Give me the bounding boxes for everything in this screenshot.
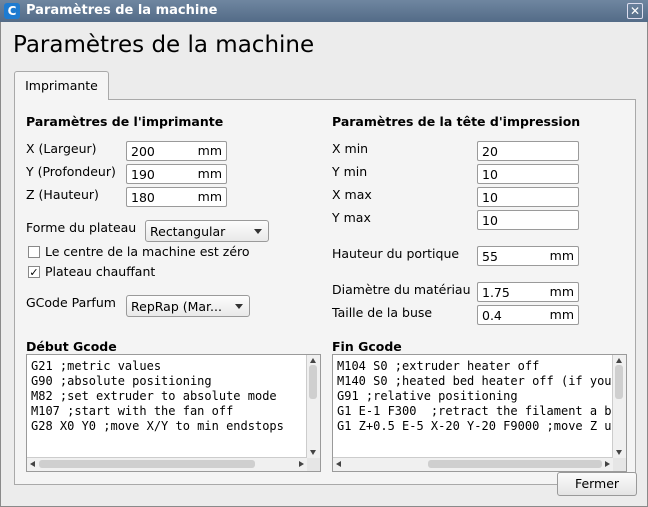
xmax-label: X max [332,187,372,202]
y-depth-value: 190 [131,167,155,182]
gantry-height-unit: mm [549,248,574,263]
end-gcode-vertical-scrollbar[interactable] [612,355,626,458]
scroll-right-icon[interactable] [605,461,610,467]
end-gcode-editor[interactable]: M104 S0 ;extruder heater off M140 S0 ;he… [332,354,627,472]
build-plate-value: Rectangular [150,224,226,239]
build-plate-select[interactable]: Rectangular [145,220,269,242]
scrollbar-thumb[interactable] [428,460,602,468]
gcode-flavor-value: RepRap (Mar... [131,299,222,314]
window-close-button[interactable]: ✕ [627,3,643,19]
scroll-right-icon[interactable] [299,461,304,467]
ymax-value: 10 [482,213,498,228]
origin-center-label: Le centre de la machine est zéro [45,244,250,259]
tab-imprimante[interactable]: Imprimante [14,71,109,100]
window-title: Paramètres de la machine [26,3,218,18]
y-depth-field[interactable]: 190 mm [126,164,227,184]
material-diameter-value: 1.75 [482,285,510,300]
end-gcode-heading: Fin Gcode [332,339,402,354]
scrollbar-corner [613,458,626,471]
page-title: Paramètres de la machine [13,32,315,58]
material-diameter-field[interactable]: 1.75 mm [477,282,579,302]
y-depth-unit: mm [197,166,222,181]
ymax-field[interactable]: 10 [477,210,579,230]
xmin-label: X min [332,141,369,156]
x-width-label: X (Largeur) [26,141,97,156]
start-gcode-vertical-scrollbar[interactable] [306,355,320,458]
x-width-field[interactable]: 200 mm [126,141,227,161]
gantry-height-field[interactable]: 55 mm [477,246,579,266]
nozzle-size-label: Taille de la buse [332,305,433,320]
ymin-value: 10 [482,167,498,182]
scroll-down-icon[interactable] [616,450,622,455]
checkmark-icon: ✓ [29,266,39,279]
ymin-field[interactable]: 10 [477,164,579,184]
xmax-value: 10 [482,190,498,205]
start-gcode-text: G21 ;metric values G90 ;absolute positio… [31,359,284,433]
scroll-left-icon[interactable] [30,461,35,467]
printhead-settings-heading: Paramètres de la tête d'impression [332,114,581,129]
chevron-down-icon [254,229,262,234]
dialog-window: Paramètres de la machine Imprimante Para… [0,22,648,507]
start-gcode-editor[interactable]: G21 ;metric values G90 ;absolute positio… [26,354,321,472]
material-diameter-unit: mm [549,284,574,299]
xmin-field[interactable]: 20 [477,141,579,161]
app-logo-icon: C [4,3,20,19]
gcode-flavor-select[interactable]: RepRap (Mar... [126,295,250,317]
x-width-value: 200 [131,144,155,159]
scroll-up-icon[interactable] [616,358,622,363]
heated-bed-label: Plateau chauffant [45,264,156,279]
ymin-label: Y min [332,164,368,179]
z-height-label: Z (Hauteur) [26,187,99,202]
z-height-field[interactable]: 180 mm [126,187,227,207]
y-depth-label: Y (Profondeur) [26,164,116,179]
scrollbar-thumb[interactable] [309,365,317,399]
printer-settings-heading: Paramètres de l'imprimante [26,114,224,129]
end-gcode-text: M104 S0 ;extruder heater off M140 S0 ;he… [337,359,612,433]
chevron-down-icon [235,304,243,309]
z-height-unit: mm [197,189,222,204]
close-button[interactable]: Fermer [557,472,637,496]
build-plate-label: Forme du plateau [26,220,137,235]
gantry-height-value: 55 [482,249,498,264]
scrollbar-corner [307,458,320,471]
xmin-value: 20 [482,144,498,159]
ymax-label: Y max [332,210,371,225]
start-gcode-horizontal-scrollbar[interactable] [27,457,307,471]
scrollbar-thumb[interactable] [615,365,623,399]
nozzle-size-unit: mm [549,307,574,322]
scrollbar-thumb[interactable] [39,460,255,468]
origin-center-checkbox[interactable] [28,246,40,258]
scroll-up-icon[interactable] [310,358,316,363]
start-gcode-heading: Début Gcode [26,339,117,354]
gantry-height-label: Hauteur du portique [332,246,460,261]
scroll-down-icon[interactable] [310,450,316,455]
nozzle-size-field[interactable]: 0.4 mm [477,305,579,325]
tab-panel: Paramètres de l'imprimante X (Largeur) 2… [14,99,636,485]
material-diameter-label: Diamètre du matériau [332,282,471,297]
title-bar: C Paramètres de la machine ✕ [0,0,648,22]
scroll-left-icon[interactable] [336,461,341,467]
end-gcode-horizontal-scrollbar[interactable] [333,457,613,471]
x-width-unit: mm [197,143,222,158]
gcode-flavor-label: GCode Parfum [26,295,116,310]
xmax-field[interactable]: 10 [477,187,579,207]
z-height-value: 180 [131,190,155,205]
heated-bed-checkbox[interactable]: ✓ [28,266,40,278]
nozzle-size-value: 0.4 [482,308,502,323]
